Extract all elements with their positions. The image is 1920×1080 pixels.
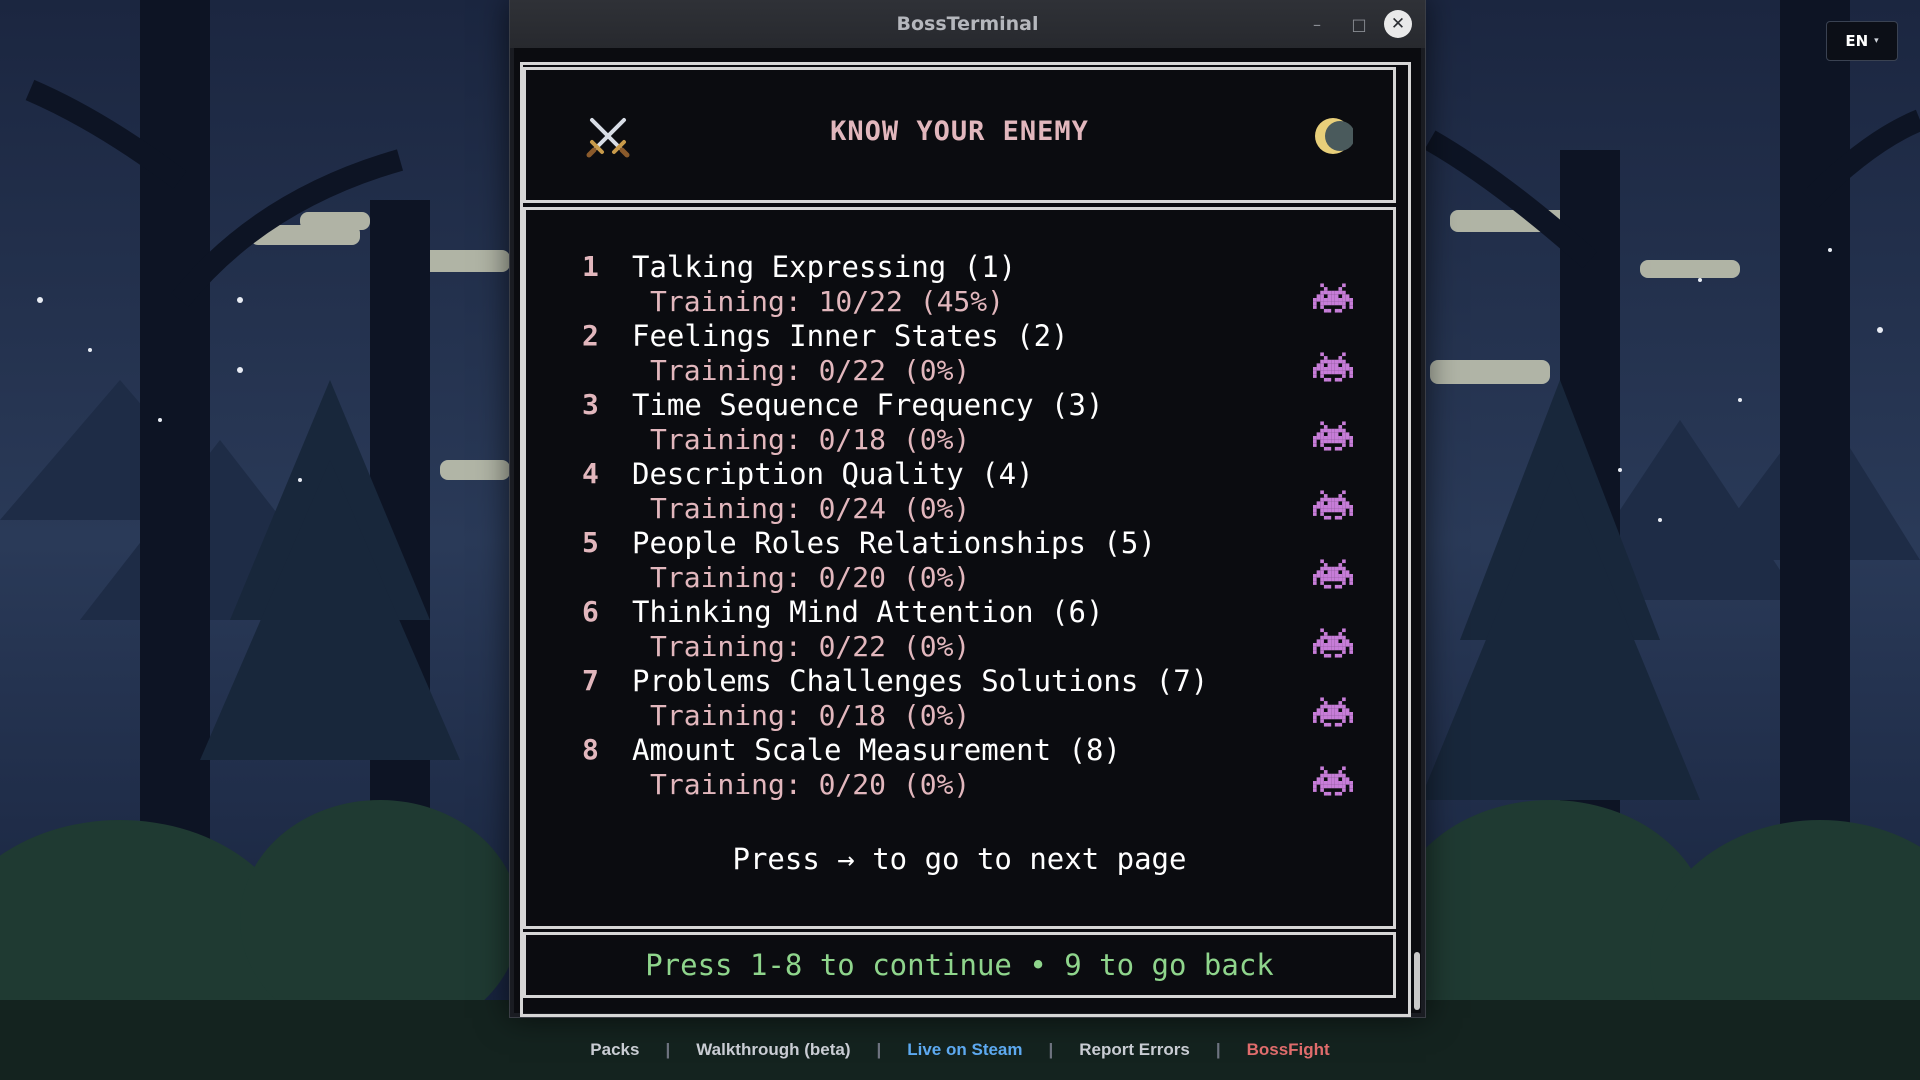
topic-title: People Roles Relationships (5) — [632, 526, 1156, 560]
page-title: KNOW YOUR ENEMY — [830, 116, 1089, 147]
topic-title: Amount Scale Measurement (8) — [632, 733, 1121, 767]
topic-row[interactable]: 1 Talking Expressing (1) Training: 10/22 (… — [526, 250, 1393, 319]
space-invader-boss-icon — [1313, 628, 1353, 658]
nav-bossfight[interactable]: BossFight — [1221, 1040, 1356, 1060]
topic-title: Talking Expressing (1) — [632, 250, 1017, 284]
window-title: BossTerminal — [896, 13, 1039, 35]
nav-live-on-steam[interactable]: Live on Steam — [881, 1040, 1048, 1060]
controls-hint: Press 1-8 to continue • 9 to go back — [645, 948, 1274, 982]
chevron-down-icon: ▾ — [1874, 36, 1879, 46]
topic-title: Thinking Mind Attention (6) — [632, 595, 1104, 629]
nav-packs[interactable]: Packs — [564, 1040, 665, 1060]
topic-number: 7 — [582, 664, 599, 697]
topic-row[interactable]: 3 Time Sequence Frequency (3) Training: 0/… — [526, 388, 1393, 457]
language-selected: EN — [1845, 32, 1869, 50]
topic-title: Problems Challenges Solutions (7) — [632, 664, 1209, 698]
enemy-list-panel: 1 Talking Expressing (1) Training: 10/22 (… — [523, 207, 1396, 929]
space-invader-boss-icon — [1313, 559, 1353, 589]
topic-row[interactable]: 8 Amount Scale Measurement (8) Training: 0… — [526, 733, 1393, 802]
header-panel: KNOW YOUR ENEMY — [523, 67, 1396, 203]
topic-number: 8 — [582, 733, 599, 766]
topic-row[interactable]: 2 Feelings Inner States (2) Training: 0/22… — [526, 319, 1393, 388]
topic-number: 5 — [582, 526, 599, 559]
topic-training-progress: Training: 0/22 (0%) — [650, 354, 971, 387]
topic-number: 1 — [582, 250, 599, 283]
window-titlebar[interactable]: BossTerminal – □ ✕ — [510, 0, 1425, 48]
topic-training-progress: Training: 0/22 (0%) — [650, 630, 971, 663]
maximize-button[interactable]: □ — [1345, 10, 1373, 38]
topic-row[interactable]: 4 Description Quality (4) Training: 0/24 (… — [526, 457, 1393, 526]
space-invader-boss-icon — [1313, 490, 1353, 520]
topic-title: Feelings Inner States (2) — [632, 319, 1069, 353]
space-invader-boss-icon — [1313, 697, 1353, 727]
terminal-screen: KNOW YOUR ENEMY 1 Talking Expressing (1) T… — [514, 48, 1421, 1017]
space-invader-boss-icon — [1313, 421, 1353, 451]
topic-number: 6 — [582, 595, 599, 628]
next-page-hint: Press → to go to next page — [732, 842, 1187, 876]
crescent-moon-icon — [1315, 118, 1353, 154]
terminal-window: BossTerminal – □ ✕ KNOW YOUR ENEMY 1 Tal… — [509, 0, 1426, 1018]
space-invader-boss-icon — [1313, 352, 1353, 382]
topic-title: Time Sequence Frequency (3) — [632, 388, 1104, 422]
topic-number: 4 — [582, 457, 599, 490]
scrollbar-thumb[interactable] — [1414, 952, 1420, 1010]
topic-training-progress: Training: 0/24 (0%) — [650, 492, 971, 525]
close-button[interactable]: ✕ — [1384, 10, 1412, 38]
topic-number: 3 — [582, 388, 599, 421]
topic-training-progress: Training: 0/20 (0%) — [650, 768, 971, 801]
topic-training-progress: Training: 10/22 (45%) — [650, 285, 1005, 318]
nav-report-errors[interactable]: Report Errors — [1053, 1040, 1216, 1060]
topic-number: 2 — [582, 319, 599, 352]
topic-training-progress: Training: 0/18 (0%) — [650, 423, 971, 456]
space-invader-boss-icon — [1313, 766, 1353, 796]
topic-title: Description Quality (4) — [632, 457, 1034, 491]
nav-walkthrough[interactable]: Walkthrough (beta) — [670, 1040, 876, 1060]
space-invader-boss-icon — [1313, 283, 1353, 313]
topic-row[interactable]: 6 Thinking Mind Attention (6) Training: 0/… — [526, 595, 1393, 664]
topic-training-progress: Training: 0/20 (0%) — [650, 561, 971, 594]
bottom-nav: Packs | Walkthrough (beta) | Live on Ste… — [0, 1038, 1920, 1062]
language-selector[interactable]: EN ▾ — [1826, 21, 1898, 61]
topic-row[interactable]: 7 Problems Challenges Solutions (7) Traini… — [526, 664, 1393, 733]
topic-training-progress: Training: 0/18 (0%) — [650, 699, 971, 732]
minimize-button[interactable]: – — [1303, 10, 1331, 38]
footer-panel: Press 1-8 to continue • 9 to go back — [523, 932, 1396, 998]
topic-row[interactable]: 5 People Roles Relationships (5) Training:… — [526, 526, 1393, 595]
